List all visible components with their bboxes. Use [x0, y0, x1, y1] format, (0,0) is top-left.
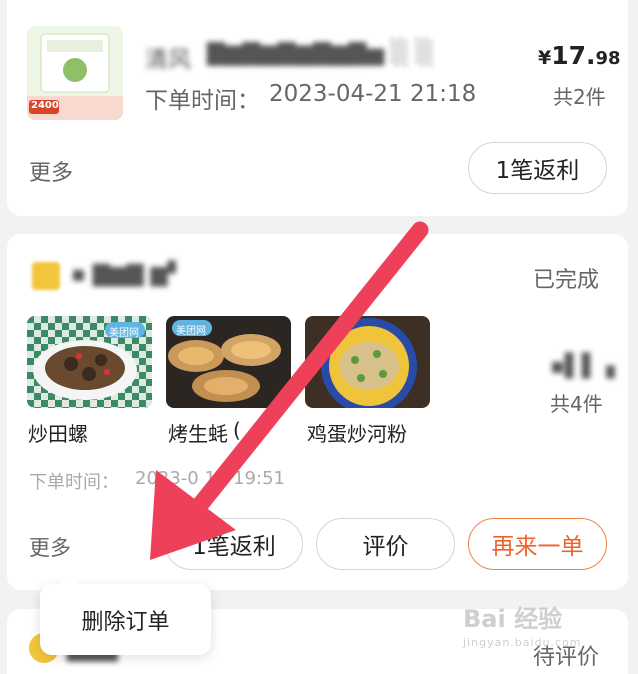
product-thumbnail-tissue[interactable]: 2400 — [27, 26, 123, 120]
review-button[interactable]: 评价 — [316, 518, 455, 570]
watermark-sub: jingyan.baidu.com — [463, 636, 582, 649]
shop-name-blurred: ▪ ▇▆▇ ▆▘ — [71, 262, 185, 287]
dish-name-2: 烤生蚝 — [168, 422, 228, 446]
price-decimal: 98 — [595, 48, 621, 69]
rebate-button[interactable]: 1笔返利 — [165, 518, 303, 570]
dish-name-3: 鸡蛋炒河粉 — [307, 422, 407, 446]
noodle-dish-image — [305, 316, 430, 408]
order-price-blurred: ▪▌▌ ▖ — [550, 354, 624, 379]
item-count: 共2件 — [553, 85, 606, 109]
dish-thumbnail-oysters[interactable]: 美团网 — [166, 316, 291, 408]
order-card-1[interactable]: 2400 清风 ▇▆▇▆▇▆▇▆▇▅ ░ ░ 下单时间： 2023-04-21 … — [7, 0, 628, 216]
order-time: 2023-0 19 19:51 — [135, 468, 285, 489]
order-time-label: 下单时间： — [29, 472, 119, 493]
order-title: 清风 — [145, 47, 191, 73]
order-status: 已完成 — [533, 268, 600, 293]
dish-thumbnail-noodles[interactable] — [305, 316, 430, 408]
delete-order-item[interactable]: 删除订单 — [81, 604, 169, 636]
dish-name-2-suffix: ( — [233, 418, 241, 442]
dish-thumbnail-snails[interactable]: 美团网 — [27, 316, 152, 408]
dish-name-1: 炒田螺 — [28, 422, 88, 446]
reorder-button[interactable]: 再来一单 — [468, 518, 607, 570]
order-time: 2023-04-21 21:18 — [269, 81, 477, 107]
item-count: 共4件 — [550, 392, 603, 416]
rebate-button[interactable]: 1笔返利 — [468, 142, 607, 194]
order-title-blur: ▇▆▇▆▇▆▇▆▇▅ ░ ░ — [207, 40, 434, 66]
more-popup-menu: 删除订单 — [40, 575, 211, 655]
order-price: ¥17.98 — [538, 41, 621, 70]
price-main: 17. — [551, 41, 596, 70]
more-link[interactable]: 更多 — [29, 532, 71, 562]
more-link[interactable]: 更多 — [29, 155, 73, 187]
order-card-2[interactable]: ▪ ▇▆▇ ▆▘ 已完成 美团网 美团网 ▪▌▌ ▖ 共4件 炒田螺 烤生蚝 (… — [7, 234, 628, 590]
meituan-tag-2: 美团网 — [176, 326, 206, 337]
price-currency: ¥ — [538, 47, 552, 69]
meituan-tag: 美团网 — [109, 328, 139, 339]
order-time-label: 下单时间： — [145, 88, 260, 114]
baidu-watermark: Bai 经验 jingyan.baidu.com — [463, 599, 582, 649]
watermark-main: Bai 经验 — [463, 605, 563, 633]
shop-logo-icon — [32, 262, 60, 290]
thumbnail-badge: 2400 — [31, 100, 59, 111]
